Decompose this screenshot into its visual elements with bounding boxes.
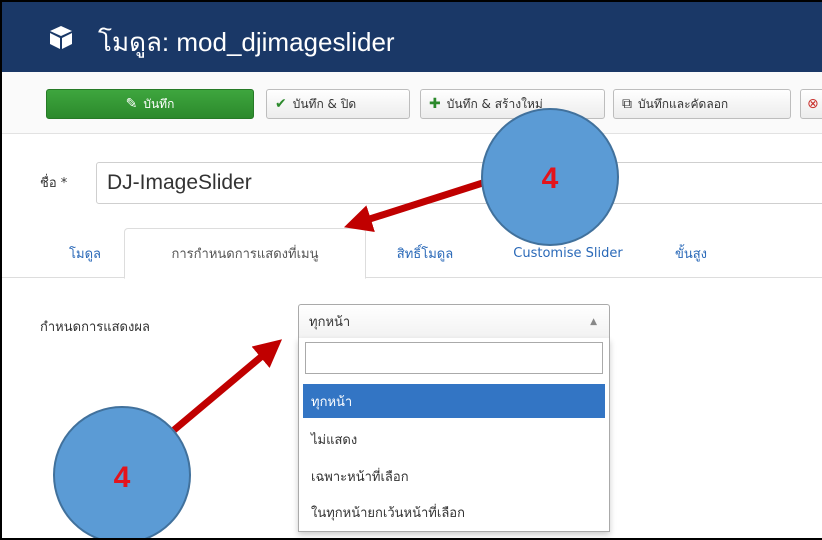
dropdown-search-input[interactable] xyxy=(305,342,603,374)
save-copy-label: บันทึกและคัดลอก xyxy=(638,96,729,111)
tab-bar: โมดูล การกำหนดการแสดงที่เมนู สิทธิ์โมดูล… xyxy=(2,228,822,279)
toolbar: ✎ บันทึก ✔ บันทึก & ปิด ✚ บันทึก & สร้าง… xyxy=(2,72,822,134)
save-button-label: บันทึก xyxy=(143,96,175,111)
tab-module[interactable]: โมดูล xyxy=(48,228,122,278)
plus-icon: ✚ xyxy=(429,96,441,112)
cube-icon xyxy=(50,26,72,49)
marker-number-bottom: 4 xyxy=(114,461,131,494)
name-label: ชื่อ * xyxy=(40,176,68,191)
edit-icon: ✎ xyxy=(125,96,138,112)
tab-module-permissions[interactable]: สิทธิ์โมดูล xyxy=(368,228,482,278)
option-no-pages[interactable]: ไม่แสดง xyxy=(303,422,605,456)
assignment-selected-value: ทุกหน้า xyxy=(309,315,351,330)
option-all-except-selected[interactable]: ในทุกหน้ายกเว้นหน้าที่เลือก xyxy=(303,495,605,529)
page-title: โมดูล: mod_djimageslider xyxy=(98,27,395,57)
caret-up-icon: ▲ xyxy=(590,317,597,327)
save-close-label: บันทึก & ปิด xyxy=(292,96,357,111)
tab-customise-slider[interactable]: Customise Slider xyxy=(488,228,648,278)
name-input[interactable]: DJ-ImageSlider xyxy=(96,162,822,204)
copy-icon: ⧉ xyxy=(622,96,632,112)
title-bar: โมดูล: mod_djimageslider xyxy=(2,2,822,72)
assignment-dropdown: ทุกหน้า ไม่แสดง เฉพาะหน้าที่เลือก ในทุกห… xyxy=(298,338,610,532)
save-button[interactable]: ✎ บันทึก xyxy=(46,89,254,119)
assignment-label: กำหนดการแสดงผล xyxy=(40,320,150,335)
option-selected-pages[interactable]: เฉพาะหน้าที่เลือก xyxy=(303,459,605,493)
checkmark-icon: ✔ xyxy=(275,96,287,112)
tab-advanced[interactable]: ขั้นสูง xyxy=(652,228,730,278)
app-window: โมดูล: mod_djimageslider ✎ บันทึก ✔ บันท… xyxy=(0,0,822,540)
tab-menu-assignment[interactable]: การกำหนดการแสดงที่เมนู xyxy=(124,228,366,279)
save-close-button[interactable]: ✔ บันทึก & ปิด xyxy=(266,89,410,119)
save-new-button[interactable]: ✚ บันทึก & สร้างใหม่ xyxy=(420,89,605,119)
assignment-select[interactable]: ทุกหน้า ▲ xyxy=(298,304,610,338)
save-copy-button[interactable]: ⧉ บันทึกและคัดลอก xyxy=(613,89,791,119)
annotation-marker-bottom: 4 xyxy=(53,406,191,538)
close-button[interactable]: ⊗ xyxy=(800,89,822,119)
close-icon: ⊗ xyxy=(807,96,819,112)
save-new-label: บันทึก & สร้างใหม่ xyxy=(446,96,543,111)
annotation-arrow-bottom xyxy=(171,339,283,433)
option-all-pages[interactable]: ทุกหน้า xyxy=(303,384,605,418)
